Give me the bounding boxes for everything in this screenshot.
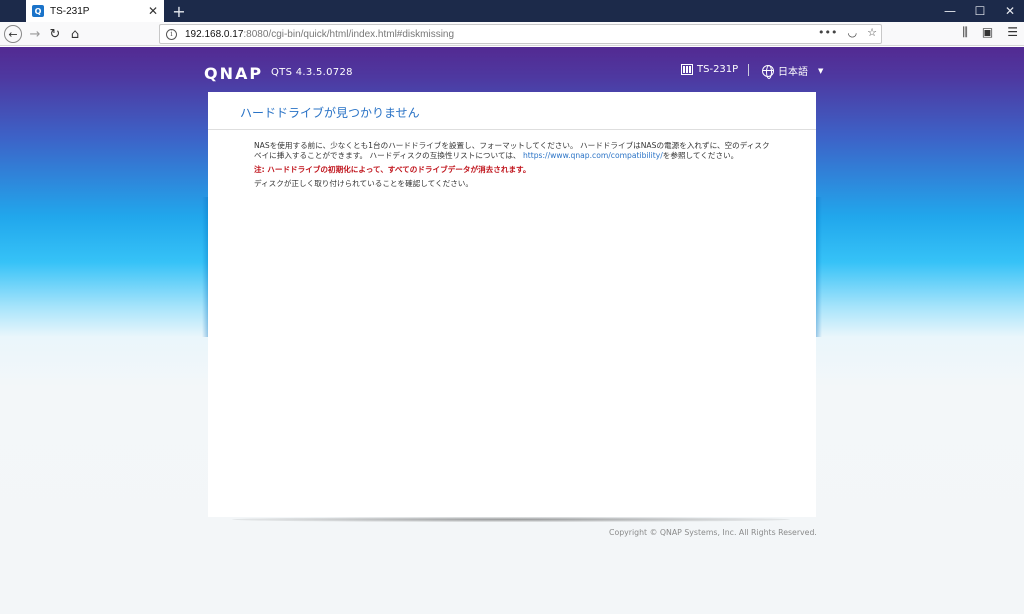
page-background: QNAP QTS 4.3.5.0728 TS-231P 日本語 ▼ ハードドライ… [0, 47, 1024, 614]
reload-icon[interactable]: ↻ [46, 25, 64, 43]
model-name: TS-231P [697, 64, 739, 75]
browser-navbar: ← → ↻ ⌂ i 192.168.0.17:8080/cgi-bin/quic… [0, 22, 1024, 46]
check-disk-text: ディスクが正しく取り付けられていることを確認してください。 [254, 179, 473, 188]
install-instructions-suffix: を参照してください。 [662, 151, 739, 160]
panel-header: ハードドライブが見つかりません [208, 92, 816, 130]
menu-icon[interactable]: ☰ [1007, 25, 1018, 40]
panel-shadow [232, 517, 790, 522]
model-info: TS-231P [681, 64, 738, 75]
warning-text: 注: ハードドライブの初期化によって、すべてのドライブデータが消去されます。 [254, 165, 531, 174]
nas-device-icon [681, 64, 693, 75]
url-text: 192.168.0.17:8080/cgi-bin/quick/html/ind… [185, 29, 454, 40]
browser-titlebar: Q TS-231P ✕ + — ☐ ✕ [0, 0, 1024, 22]
site-info-icon[interactable]: i [166, 28, 177, 40]
card-side-shadow-right [816, 197, 822, 337]
sidebar-icon[interactable]: ▣ [982, 25, 993, 40]
panel-title: ハードドライブが見つかりません [240, 106, 420, 120]
firmware-version: QTS 4.3.5.0728 [271, 67, 353, 78]
compatibility-link[interactable]: https://www.qnap.com/compatibility/ [523, 151, 663, 160]
home-icon[interactable]: ⌂ [66, 25, 84, 43]
new-tab-icon[interactable]: + [170, 0, 188, 22]
maximize-icon[interactable]: ☐ [964, 0, 996, 22]
panel-body: NASを使用する前に、少なくとも1台のハードドライブを設置し、フォーマットしてく… [208, 130, 816, 189]
header-divider [748, 64, 749, 76]
disk-missing-panel: ハードドライブが見つかりません NASを使用する前に、少なくとも1台のハードドラ… [208, 92, 816, 517]
bookmark-star-icon[interactable]: ☆ [867, 26, 877, 39]
copyright: Copyright © QNAP Systems, Inc. All Right… [609, 528, 817, 537]
language-selector[interactable]: 日本語 ▼ [762, 63, 824, 79]
language-label: 日本語 [778, 67, 808, 78]
globe-icon [762, 64, 774, 79]
browser-tab[interactable]: Q TS-231P ✕ [26, 0, 164, 22]
tab-title: TS-231P [50, 5, 90, 17]
chevron-down-icon: ▼ [818, 66, 824, 75]
qnap-favicon-icon: Q [32, 5, 44, 17]
library-icon[interactable]: ⫼ [962, 25, 968, 40]
url-host: 192.168.0.17 [185, 28, 244, 40]
pocket-icon[interactable]: ◡ [848, 26, 858, 39]
qnap-logo: QNAP [204, 64, 264, 83]
page-actions-icon[interactable]: ••• [818, 26, 837, 39]
url-path: :8080/cgi-bin/quick/html/index.html#disk… [243, 28, 455, 40]
window-close-icon[interactable]: ✕ [994, 0, 1024, 22]
install-instructions: NASを使用する前に、少なくとも1台のハードドライブを設置し、フォーマットしてく… [254, 141, 776, 161]
tab-close-icon[interactable]: ✕ [148, 4, 158, 18]
minimize-icon[interactable]: — [934, 0, 966, 22]
address-bar[interactable]: i 192.168.0.17:8080/cgi-bin/quick/html/i… [159, 24, 882, 44]
back-icon[interactable]: ← [4, 25, 22, 43]
forward-icon[interactable]: → [26, 25, 44, 43]
